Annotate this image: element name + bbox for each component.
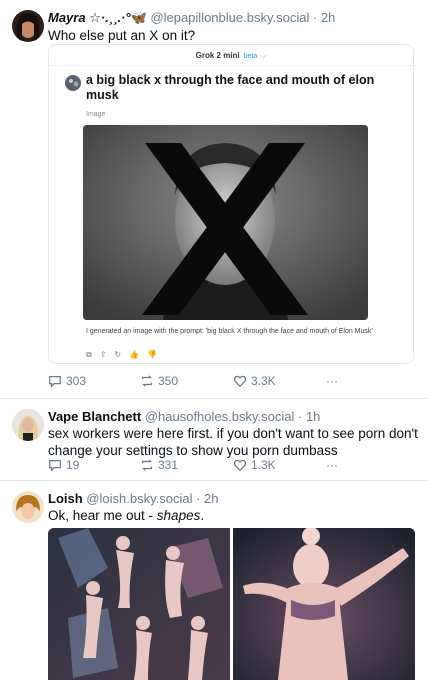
grok-caption: I generated an image with the prompt: 'b… xyxy=(86,328,373,335)
like-button[interactable]: 1.3K xyxy=(233,458,276,472)
post-time[interactable]: · 1h xyxy=(298,409,320,424)
repost-count: 331 xyxy=(158,458,179,472)
reply-icon xyxy=(49,460,61,472)
thumbs-up-icon[interactable]: 👍 xyxy=(129,350,139,360)
post-text: Who else put an X on it? xyxy=(48,28,196,43)
post-vape[interactable]: Vape Blanchett @hausofholes.bsky.social … xyxy=(0,398,428,480)
repost-button[interactable]: 350 xyxy=(140,374,178,388)
post-header: Vape Blanchett @hausofholes.bsky.social … xyxy=(48,409,420,424)
user-avatar-icon xyxy=(65,75,81,91)
more-icon: ··· xyxy=(326,374,338,388)
post-actions: 19 331 1.3K ··· xyxy=(48,458,428,474)
author-name[interactable]: Vape Blanchett xyxy=(48,409,141,424)
divider xyxy=(49,65,413,66)
like-button[interactable]: 3.3K xyxy=(233,374,276,388)
share-icon[interactable]: ⇧ xyxy=(100,350,107,360)
avatar-image xyxy=(12,10,44,42)
grok-toolbar: ⧉ ⇧ ↻ 👍 👎 xyxy=(86,350,157,360)
reply-button[interactable]: 19 xyxy=(48,458,79,472)
author-handle[interactable]: @loish.bsky.social xyxy=(86,491,192,506)
like-count: 3.3K xyxy=(251,374,276,388)
more-button[interactable]: ··· xyxy=(326,458,338,472)
grok-card[interactable]: Grok 2 mini beta ⌵ a big black x through t… xyxy=(48,44,414,364)
thumbs-down-icon[interactable]: 👎 xyxy=(147,350,157,360)
avatar-image xyxy=(12,409,44,441)
heart-icon xyxy=(233,375,247,388)
repost-button[interactable]: 331 xyxy=(140,458,178,472)
avatar[interactable] xyxy=(12,491,44,523)
grok-model-name: Grok 2 mini xyxy=(195,51,240,60)
grok-model-selector[interactable]: Grok 2 mini beta ⌵ xyxy=(49,51,413,61)
butterfly-icon: 🦋 xyxy=(130,10,147,25)
copy-icon[interactable]: ⧉ xyxy=(86,350,92,360)
reply-count: 19 xyxy=(66,458,80,472)
like-count: 1.3K xyxy=(251,458,276,472)
author-handle[interactable]: @hausofholes.bsky.social xyxy=(145,409,295,424)
avatar[interactable] xyxy=(12,10,44,42)
post-time[interactable]: · 2h xyxy=(196,491,218,506)
post-mayra[interactable]: Mayra ☆·.¸¸.·°🦋 @lepapillonblue.bsky.soc… xyxy=(0,0,428,398)
author-name[interactable]: Loish xyxy=(48,491,83,506)
reply-icon xyxy=(49,376,61,388)
post-text: sex workers were here first. if you don'… xyxy=(48,426,418,458)
post-text-prefix: Ok, hear me out - xyxy=(48,508,157,523)
reply-button[interactable]: 303 xyxy=(48,374,86,388)
chevron-down-icon: ⌵ xyxy=(260,51,267,60)
avatar[interactable] xyxy=(12,409,44,441)
post-image-1[interactable] xyxy=(48,528,230,680)
heart-icon xyxy=(233,459,247,472)
post-text-italic: shapes xyxy=(156,508,201,523)
grok-image-label: Image xyxy=(86,111,106,118)
post-actions: 303 350 3.3K ··· xyxy=(48,374,428,390)
post-header: Mayra ☆·.¸¸.·°🦋 @lepapillonblue.bsky.soc… xyxy=(48,10,420,26)
author-name[interactable]: Mayra ☆·.¸¸.·° xyxy=(48,10,131,25)
post-text-suffix: . xyxy=(200,508,205,523)
repost-icon xyxy=(142,375,152,387)
generated-image-art xyxy=(83,125,368,320)
repost-count: 350 xyxy=(158,374,179,388)
more-button[interactable]: ··· xyxy=(326,374,338,388)
grok-prompt: a big black x through the face and mouth… xyxy=(86,73,375,102)
post-image-1-art xyxy=(48,528,230,680)
post-image-2-art xyxy=(233,528,415,680)
beta-badge: beta xyxy=(243,53,258,60)
repost-icon xyxy=(142,459,152,471)
more-icon: ··· xyxy=(326,458,338,472)
post-image-2[interactable] xyxy=(233,528,415,680)
post-text: Ok, hear me out - shapes. xyxy=(48,507,418,524)
post-header: Loish @loish.bsky.social · 2h xyxy=(48,491,420,506)
post-time[interactable]: · 2h xyxy=(313,10,335,25)
generated-image[interactable] xyxy=(83,125,368,320)
reply-count: 303 xyxy=(66,374,87,388)
regenerate-icon[interactable]: ↻ xyxy=(114,350,121,360)
avatar-image xyxy=(12,491,44,523)
author-handle[interactable]: @lepapillonblue.bsky.social xyxy=(150,10,309,25)
